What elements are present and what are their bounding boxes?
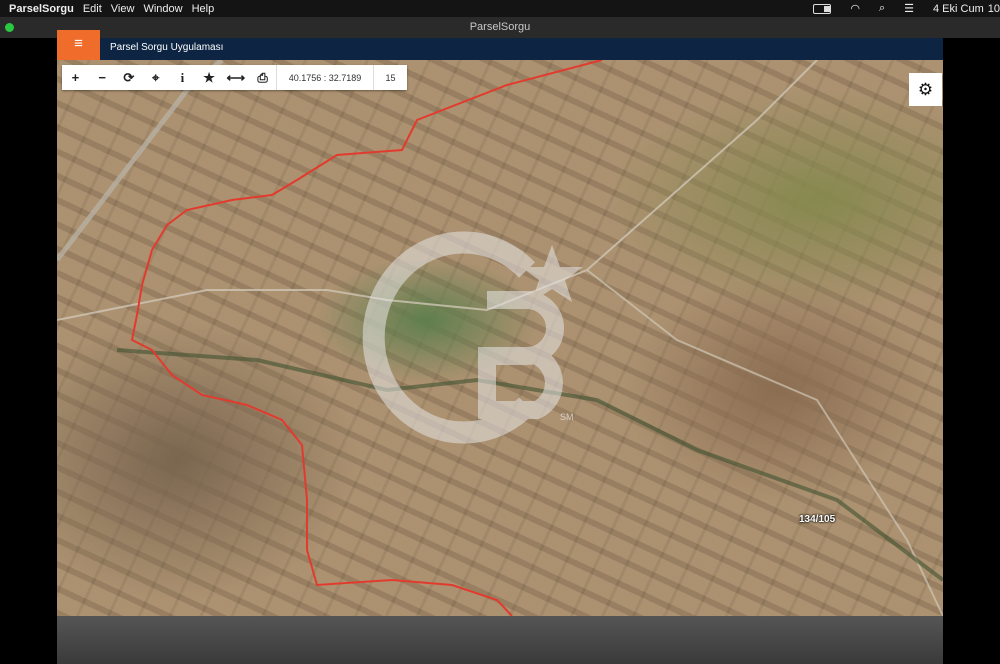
- menu-window[interactable]: Window: [143, 3, 182, 15]
- hamburger-menu-button[interactable]: ≡: [57, 30, 100, 60]
- menu-view[interactable]: View: [111, 3, 135, 15]
- locate-icon: ⌖: [151, 69, 160, 85]
- coordinates-display: 40.1756 : 32.7189: [276, 65, 373, 90]
- status-area: ◠ ⌕ ☰ 4 Eki Cum 10: [804, 0, 1000, 17]
- zoom-out-button[interactable]: −: [89, 65, 116, 90]
- measure-button[interactable]: ⟷: [223, 65, 250, 90]
- hamburger-icon: ≡: [74, 35, 83, 52]
- measure-icon: ⟷: [226, 69, 246, 85]
- app-header: ≡ Parsel Sorgu Uygulaması: [57, 30, 943, 60]
- menu-bar: ParselSorgu Edit View Window Help ◠ ⌕ ☰ …: [0, 0, 1000, 17]
- zoom-in-button[interactable]: +: [62, 65, 89, 90]
- watermark-logo: [362, 231, 583, 444]
- map-overlay: SM: [57, 60, 943, 616]
- watermark-mark: SM: [560, 412, 574, 422]
- menu-edit[interactable]: Edit: [83, 3, 102, 15]
- search-icon[interactable]: ⌕: [879, 2, 885, 15]
- favorite-button[interactable]: ★: [196, 65, 223, 90]
- app-title: Parsel Sorgu Uygulaması: [110, 42, 224, 53]
- bottom-panel: [57, 616, 943, 664]
- info-icon: i: [180, 69, 185, 85]
- clock-time: 10: [987, 2, 1000, 15]
- clock-date[interactable]: 4 Eki Cum: [933, 3, 984, 15]
- menu-help[interactable]: Help: [192, 3, 215, 15]
- window-close-button[interactable]: [5, 23, 14, 32]
- zoom-level-display: 15: [373, 65, 407, 90]
- refresh-icon: ⟳: [123, 69, 135, 85]
- parcel-label[interactable]: 134/105: [799, 514, 835, 525]
- zoom-out-icon: −: [98, 70, 106, 85]
- info-button[interactable]: i: [169, 65, 196, 90]
- locate-button[interactable]: ⌖: [142, 65, 169, 90]
- satellite-map[interactable]: SM: [57, 60, 943, 616]
- battery-icon[interactable]: [813, 3, 832, 14]
- window-titlebar: ParselSorgu: [0, 17, 1000, 38]
- favorite-star-icon: ★: [203, 69, 215, 85]
- refresh-button[interactable]: ⟳: [116, 65, 143, 90]
- gear-icon: ⚙: [917, 79, 934, 99]
- zoom-in-icon: +: [71, 70, 80, 85]
- print-button[interactable]: ⎙: [249, 65, 276, 90]
- menu-app-name[interactable]: ParselSorgu: [9, 3, 74, 15]
- control-center-icon[interactable]: ☰: [904, 2, 914, 15]
- window-title: ParselSorgu: [469, 21, 531, 33]
- settings-button[interactable]: ⚙: [909, 73, 942, 106]
- map-toolbar: + − ⟳ ⌖ i ★ ⟷ ⎙ 40.1756 : 32.7189 15: [62, 65, 407, 90]
- wifi-icon[interactable]: ◠: [850, 2, 860, 15]
- print-icon: ⎙: [257, 69, 268, 85]
